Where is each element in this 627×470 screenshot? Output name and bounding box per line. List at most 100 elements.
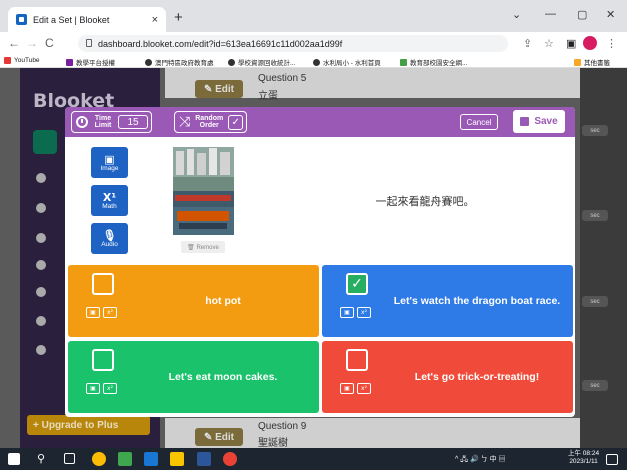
correct-checkbox[interactable] bbox=[346, 349, 368, 371]
app-taskbar-icon[interactable] bbox=[118, 452, 132, 466]
bookmark-3[interactable]: 學校資源回收統計... bbox=[228, 57, 295, 67]
forward-icon[interactable]: → bbox=[26, 36, 38, 50]
correct-checkbox[interactable] bbox=[92, 349, 114, 371]
answer-image-icon[interactable]: ▣ bbox=[340, 383, 354, 394]
bookmark-4[interactable]: 水利局小 - 水利首頁 bbox=[313, 57, 381, 67]
search-icon[interactable]: ⚲ bbox=[37, 452, 51, 466]
bookmark-1[interactable]: 教學平台授權 bbox=[66, 57, 115, 67]
save-label: Save bbox=[534, 116, 558, 127]
time-limit-control[interactable]: Time Limit 15 bbox=[71, 111, 152, 133]
answer-3[interactable]: ▣ x² Let's eat moon cakes. bbox=[68, 341, 319, 413]
question-image bbox=[173, 147, 234, 235]
bookmark-youtube[interactable]: YouTube bbox=[4, 57, 40, 64]
chrome-active-icon[interactable] bbox=[223, 452, 237, 466]
question-text[interactable]: 一起來看龍舟賽吧。 bbox=[325, 193, 525, 209]
url-text: dashboard.blooket.com/edit?id=613ea16691… bbox=[98, 38, 343, 49]
word-taskbar-icon[interactable] bbox=[197, 452, 211, 466]
sidebar-sets-icon[interactable] bbox=[36, 203, 46, 213]
time-limit-value[interactable]: 15 bbox=[118, 115, 148, 129]
math-button[interactable]: X¹ Math bbox=[91, 185, 128, 216]
windows-taskbar: ⚲ ^ 🖧 🔊 ㄅ 中 ▤ 上午 08:24 2023/1/11 bbox=[0, 448, 627, 470]
question-9-label: Question 9 bbox=[258, 421, 307, 432]
upgrade-button[interactable]: + Upgrade to Plus bbox=[27, 415, 150, 435]
tab-close-icon[interactable]: × bbox=[152, 14, 158, 26]
audio-button[interactable]: 🎙 Audio bbox=[91, 223, 128, 254]
time-badge: sec bbox=[582, 125, 608, 136]
system-tray[interactable]: ^ 🖧 🔊 ㄅ 中 ▤ bbox=[455, 454, 506, 466]
audio-label: Audio bbox=[101, 240, 118, 248]
sidebar-discover-icon[interactable] bbox=[36, 173, 46, 183]
edge-taskbar-icon[interactable] bbox=[144, 452, 158, 466]
answer-text[interactable]: Let's watch the dragon boat race. bbox=[392, 265, 562, 337]
bookmark-2[interactable]: 澳門特區政府教育處 bbox=[145, 57, 214, 67]
sidebar-history-icon[interactable] bbox=[36, 260, 46, 270]
bookmark-5[interactable]: 教育部校園安全網... bbox=[400, 57, 467, 67]
url-field[interactable]: dashboard.blooket.com/edit?id=613ea16691… bbox=[78, 35, 508, 52]
random-order-label: Random Order bbox=[195, 115, 224, 129]
answer-math-icon[interactable]: x² bbox=[103, 307, 117, 318]
sidebar-favorites-icon[interactable] bbox=[36, 233, 46, 243]
answer-math-icon[interactable]: x² bbox=[357, 383, 371, 394]
answer-1[interactable]: ▣ x² hot pot bbox=[68, 265, 319, 337]
sidebar-homework-icon[interactable] bbox=[36, 287, 46, 297]
back-icon[interactable]: ← bbox=[8, 36, 20, 50]
share-icon[interactable]: ⇪ bbox=[523, 37, 532, 50]
sidebar-create-button[interactable] bbox=[33, 130, 57, 154]
clock[interactable]: 上午 08:24 2023/1/11 bbox=[568, 450, 599, 466]
answer-2[interactable]: ▣ x² Let's watch the dragon boat race. bbox=[322, 265, 573, 337]
remove-image-button[interactable]: 🗑 Remove bbox=[181, 241, 225, 253]
reload-icon[interactable]: C bbox=[45, 36, 54, 50]
minimize-button[interactable]: — bbox=[545, 8, 556, 20]
save-button[interactable]: Save bbox=[513, 110, 565, 133]
file-explorer-icon[interactable] bbox=[170, 452, 184, 466]
tab-title: Edit a Set | Blooket bbox=[33, 14, 110, 25]
bookmark-star-icon[interactable]: ☆ bbox=[544, 37, 554, 50]
math-icon: X¹ bbox=[102, 190, 117, 204]
random-order-checkbox[interactable]: ✓ bbox=[228, 114, 244, 130]
image-label: Image bbox=[100, 164, 119, 172]
maximize-button[interactable]: ▢ bbox=[577, 8, 587, 21]
close-window-button[interactable]: ✕ bbox=[606, 8, 615, 21]
task-view-icon[interactable] bbox=[64, 453, 75, 464]
answer-text[interactable]: Let's eat moon cakes. bbox=[138, 341, 308, 413]
time-limit-label: Time Limit bbox=[94, 115, 112, 129]
blooket-favicon-icon bbox=[16, 14, 27, 25]
tab-bar: Edit a Set | Blooket × + ⌄ — ▢ ✕ bbox=[0, 0, 627, 32]
image-button[interactable]: ▣ Image bbox=[91, 147, 128, 178]
menu-icon[interactable]: ⋮ bbox=[606, 37, 617, 50]
timer-icon bbox=[76, 116, 88, 128]
edit-question-5-button[interactable]: ✎ Edit bbox=[195, 80, 243, 98]
answer-image-icon[interactable]: ▣ bbox=[340, 307, 354, 318]
browser-tab[interactable]: Edit a Set | Blooket × bbox=[8, 7, 166, 32]
lock-icon bbox=[86, 39, 92, 47]
bookmarks-bar: YouTube 教學平台授權 澳門特區政府教育處 學校資源回收統計... 水利局… bbox=[0, 54, 627, 68]
correct-checkbox[interactable] bbox=[346, 273, 368, 295]
question-5-label: Question 5 bbox=[258, 73, 307, 84]
answer-image-icon[interactable]: ▣ bbox=[86, 383, 100, 394]
answer-4[interactable]: ▣ x² Let's go trick-or-treating! bbox=[322, 341, 573, 413]
save-disk-icon bbox=[520, 117, 530, 126]
chevron-down-icon[interactable]: ⌄ bbox=[512, 8, 521, 21]
sidebar-play-icon[interactable] bbox=[36, 316, 46, 326]
chrome-taskbar-icon[interactable] bbox=[92, 452, 106, 466]
answer-text[interactable]: Let's go trick-or-treating! bbox=[392, 341, 562, 413]
new-tab-button[interactable]: + bbox=[174, 9, 183, 26]
sidebar-settings-icon[interactable] bbox=[36, 345, 46, 355]
clock-date: 2023/1/11 bbox=[569, 458, 598, 465]
notifications-icon[interactable] bbox=[606, 454, 618, 465]
edit-question-9-button[interactable]: ✎ Edit bbox=[195, 428, 243, 446]
windows-start-icon[interactable] bbox=[8, 453, 20, 465]
answer-math-icon[interactable]: x² bbox=[103, 383, 117, 394]
time-badge: sec bbox=[582, 380, 608, 391]
answer-math-icon[interactable]: x² bbox=[357, 307, 371, 318]
random-order-control[interactable]: ⤨ Random Order ✓ bbox=[174, 111, 248, 133]
cancel-button[interactable]: Cancel bbox=[460, 114, 498, 130]
math-label: Math bbox=[102, 202, 117, 210]
answer-image-icon[interactable]: ▣ bbox=[86, 307, 100, 318]
other-bookmarks[interactable]: 其他書籤 bbox=[574, 57, 610, 67]
sidepanel-icon[interactable]: ▣ bbox=[566, 37, 576, 50]
correct-checkbox[interactable] bbox=[92, 273, 114, 295]
answer-text[interactable]: hot pot bbox=[138, 265, 308, 337]
shuffle-icon: ⤨ bbox=[179, 114, 191, 130]
profile-avatar[interactable] bbox=[583, 36, 597, 50]
